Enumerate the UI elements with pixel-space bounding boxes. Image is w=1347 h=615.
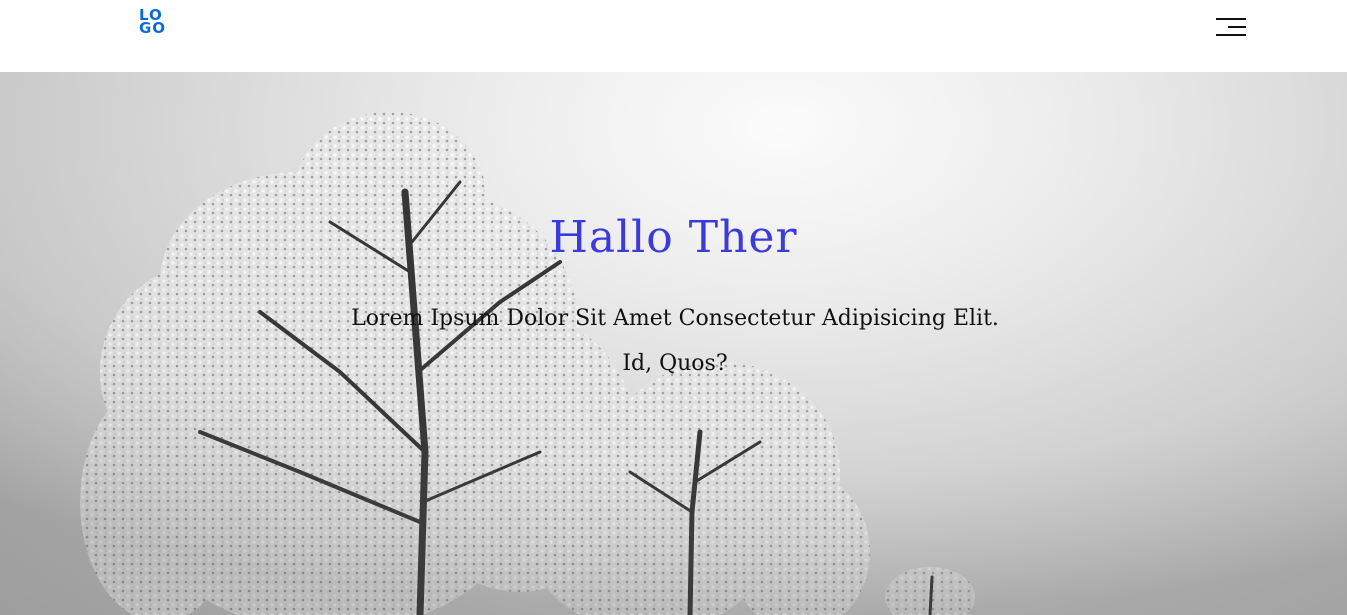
logo-line-2: GO [139, 19, 167, 37]
top-navbar: LO GO [0, 0, 1347, 72]
menu-bar-bottom [1216, 34, 1246, 36]
menu-bar-middle [1228, 26, 1246, 28]
hero-subtitle: Lorem Ipsum Dolor Sit Amet Consectetur A… [351, 306, 999, 376]
hero-section: Hallo Ther Lorem Ipsum Dolor Sit Amet Co… [0, 72, 1347, 615]
hero-title: Hallo Ther [549, 212, 798, 263]
hamburger-menu-icon[interactable] [1212, 16, 1246, 38]
logo[interactable]: LO GO [139, 8, 173, 37]
menu-bar-top [1216, 18, 1246, 20]
